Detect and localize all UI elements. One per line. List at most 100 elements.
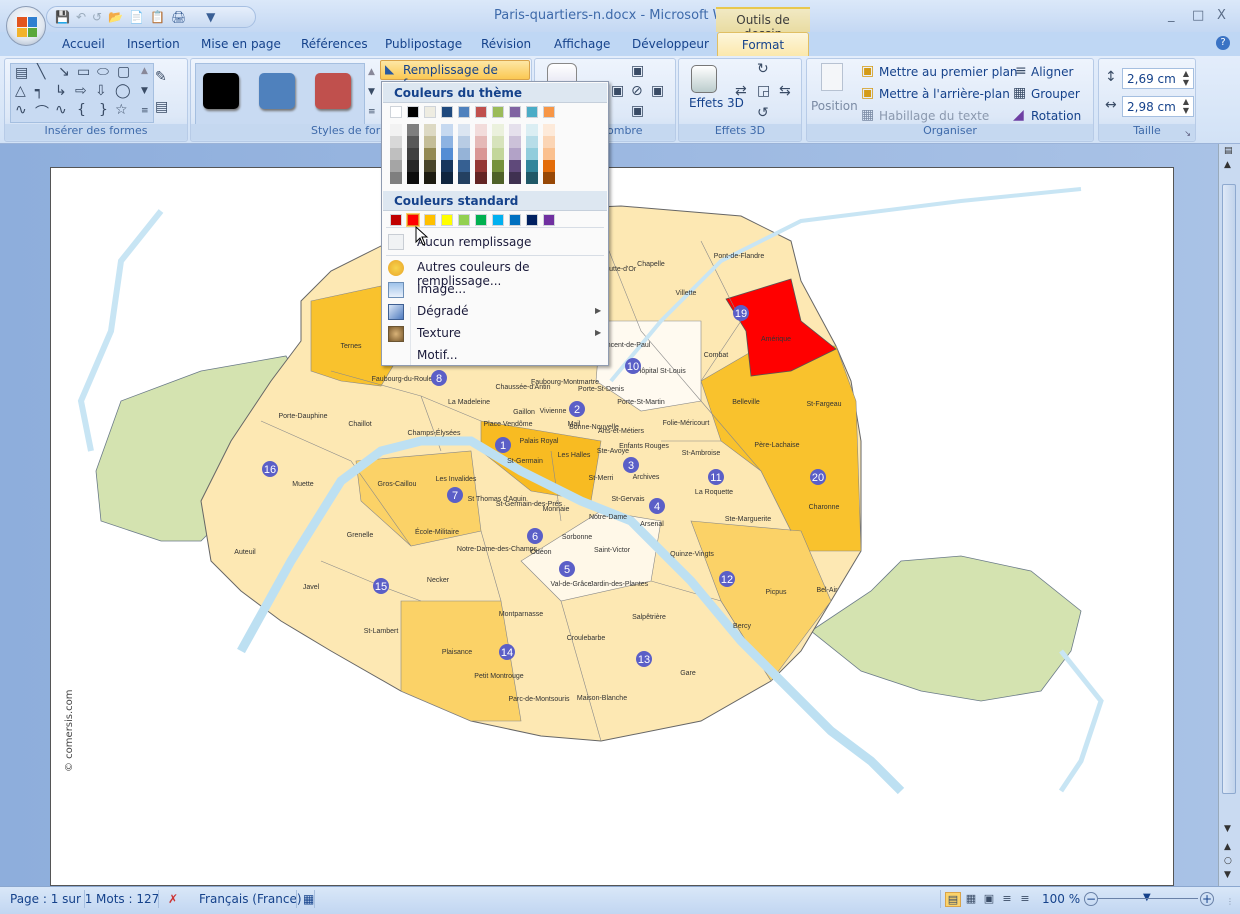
tab-developpeur[interactable]: Développeur bbox=[632, 37, 709, 51]
theme-shade-swatch[interactable] bbox=[424, 124, 436, 136]
theme-shade-swatch[interactable] bbox=[441, 172, 453, 184]
standard-color-swatch[interactable] bbox=[424, 214, 436, 226]
undo-icon[interactable]: ↶ bbox=[76, 10, 86, 24]
theme-shade-swatch[interactable] bbox=[441, 160, 453, 172]
theme-color-swatch[interactable] bbox=[390, 106, 402, 118]
theme-shade-swatch[interactable] bbox=[458, 160, 470, 172]
draft-view-icon[interactable]: ≡ bbox=[1017, 892, 1033, 907]
theme-shade-swatch[interactable] bbox=[509, 172, 521, 184]
resize-grip-icon[interactable]: ⋮ bbox=[1226, 897, 1234, 906]
theme-shade-swatch[interactable] bbox=[458, 136, 470, 148]
zoom-in-button[interactable]: + bbox=[1200, 892, 1214, 906]
standard-color-swatch[interactable] bbox=[441, 214, 453, 226]
theme-shade-swatch[interactable] bbox=[526, 136, 538, 148]
pattern-fill-item[interactable]: Motif... bbox=[417, 348, 458, 362]
theme-shade-swatch[interactable] bbox=[492, 136, 504, 148]
theme-shade-swatch[interactable] bbox=[458, 124, 470, 136]
theme-shade-swatch[interactable] bbox=[475, 172, 487, 184]
scribble-shape-icon[interactable]: ∿ bbox=[15, 102, 27, 118]
tab-revision[interactable]: Révision bbox=[481, 37, 531, 51]
theme-color-swatch[interactable] bbox=[475, 106, 487, 118]
theme-shade-swatch[interactable] bbox=[424, 160, 436, 172]
picture-fill-item[interactable]: Image... bbox=[417, 282, 466, 296]
theme-shade-swatch[interactable] bbox=[390, 124, 402, 136]
theme-shade-swatch[interactable] bbox=[543, 136, 555, 148]
help-icon[interactable]: ? bbox=[1216, 36, 1230, 50]
theme-shade-swatch[interactable] bbox=[407, 124, 419, 136]
theme-shade-swatch[interactable] bbox=[424, 136, 436, 148]
theme-shade-swatch[interactable] bbox=[492, 160, 504, 172]
style-swatch-red[interactable] bbox=[315, 73, 351, 109]
theme-shade-swatch[interactable] bbox=[441, 136, 453, 148]
tilt-left-icon[interactable]: ⇄ bbox=[735, 83, 747, 99]
align-button[interactable]: Aligner bbox=[1031, 65, 1073, 79]
height-spinner-icon[interactable]: ▲ ▼ bbox=[1183, 69, 1189, 87]
standard-color-swatch[interactable] bbox=[475, 214, 487, 226]
theme-shade-swatch[interactable] bbox=[509, 124, 521, 136]
gallery-more-icon[interactable]: ≡ bbox=[141, 106, 149, 116]
line-shape-icon[interactable]: ╲ bbox=[37, 64, 45, 80]
theme-shade-swatch[interactable] bbox=[475, 148, 487, 160]
edit-shape-icon[interactable]: ✎ bbox=[155, 69, 167, 85]
theme-shade-swatch[interactable] bbox=[407, 172, 419, 184]
theme-shade-swatch[interactable] bbox=[492, 124, 504, 136]
theme-shade-swatch[interactable] bbox=[407, 148, 419, 160]
theme-shade-swatch[interactable] bbox=[390, 172, 402, 184]
elbow-connector-icon[interactable]: ┑ bbox=[35, 83, 43, 99]
theme-shade-swatch[interactable] bbox=[492, 148, 504, 160]
theme-shade-swatch[interactable] bbox=[526, 172, 538, 184]
tab-insertion[interactable]: Insertion bbox=[127, 37, 180, 51]
freeform-shape-icon[interactable]: ◯ bbox=[115, 83, 131, 99]
theme-color-swatch[interactable] bbox=[441, 106, 453, 118]
send-to-back-button[interactable]: Mettre à l'arrière-plan bbox=[879, 87, 1010, 101]
position-button[interactable]: Position bbox=[811, 99, 858, 113]
right-brace-shape-icon[interactable]: } bbox=[99, 102, 108, 118]
theme-color-swatch[interactable] bbox=[407, 106, 419, 118]
group-button[interactable]: Grouper bbox=[1031, 87, 1080, 101]
size-dialog-launcher-icon[interactable]: ↘ bbox=[1184, 129, 1191, 138]
standard-color-swatch[interactable] bbox=[543, 214, 555, 226]
theme-shade-swatch[interactable] bbox=[407, 136, 419, 148]
theme-shade-swatch[interactable] bbox=[475, 124, 487, 136]
tilt-right-icon[interactable]: ⇆ bbox=[779, 83, 791, 99]
theme-shade-swatch[interactable] bbox=[390, 136, 402, 148]
theme-shade-swatch[interactable] bbox=[526, 160, 538, 172]
down-arrow-shape-icon[interactable]: ⇩ bbox=[95, 83, 107, 99]
text-wrap-button[interactable]: Habillage du texte bbox=[879, 109, 989, 123]
styles-more-icon[interactable]: ≡ bbox=[368, 107, 376, 117]
rotate-button[interactable]: Rotation bbox=[1031, 109, 1081, 123]
customize-icon[interactable]: ▼ bbox=[206, 10, 215, 24]
standard-color-swatch[interactable] bbox=[407, 214, 419, 226]
zoom-out-button[interactable]: − bbox=[1084, 892, 1098, 906]
minimize-button[interactable]: _ bbox=[1168, 8, 1175, 23]
theme-shade-swatch[interactable] bbox=[424, 148, 436, 160]
theme-shade-swatch[interactable] bbox=[526, 148, 538, 160]
page-count[interactable]: Page : 1 sur 1 bbox=[10, 892, 92, 906]
shapes-gallery[interactable]: ▤ ╲ ↘ ▭ ⬭ ▢ △ ┑ ↳ ⇨ ⇩ ◯ ∿ ⌒ ∿ { } ☆ ▲ ▼ … bbox=[10, 63, 154, 123]
document-page[interactable]: Ternes Faubourg-du-Roule La Madeleine Ch… bbox=[50, 167, 1174, 886]
nudge-shadow-right-icon[interactable]: ▣ bbox=[651, 83, 664, 99]
gallery-scroll-down-icon[interactable]: ▼ bbox=[141, 86, 148, 96]
arc-shape-icon[interactable]: ⌒ bbox=[35, 102, 49, 122]
position-icon[interactable] bbox=[821, 63, 843, 91]
theme-shade-swatch[interactable] bbox=[407, 160, 419, 172]
paste-icon[interactable]: 📋 bbox=[150, 10, 165, 24]
tab-references[interactable]: Références bbox=[301, 37, 368, 51]
3d-effects-icon[interactable] bbox=[691, 65, 717, 93]
styles-scroll-down-icon[interactable]: ▼ bbox=[368, 87, 375, 97]
styles-scroll-up-icon[interactable]: ▲ bbox=[368, 67, 375, 77]
theme-shade-swatch[interactable] bbox=[509, 136, 521, 148]
theme-shade-swatch[interactable] bbox=[458, 172, 470, 184]
style-swatch-black[interactable] bbox=[203, 73, 239, 109]
left-brace-shape-icon[interactable]: { bbox=[77, 102, 86, 118]
nudge-shadow-up-icon[interactable]: ▣ bbox=[631, 63, 644, 79]
rectangle-shape-icon[interactable]: ▭ bbox=[77, 64, 90, 80]
print-layout-view-icon[interactable]: ▤ bbox=[945, 892, 961, 907]
shadow-toggle-icon[interactable]: ⊘ bbox=[631, 83, 643, 99]
theme-shade-swatch[interactable] bbox=[492, 172, 504, 184]
theme-shade-swatch[interactable] bbox=[475, 160, 487, 172]
theme-shade-swatch[interactable] bbox=[543, 160, 555, 172]
shape-fill-button[interactable]: ◣ Remplissage de forme ▼ bbox=[380, 60, 530, 91]
oval-shape-icon[interactable]: ⬭ bbox=[97, 64, 109, 80]
theme-color-swatch[interactable] bbox=[543, 106, 555, 118]
